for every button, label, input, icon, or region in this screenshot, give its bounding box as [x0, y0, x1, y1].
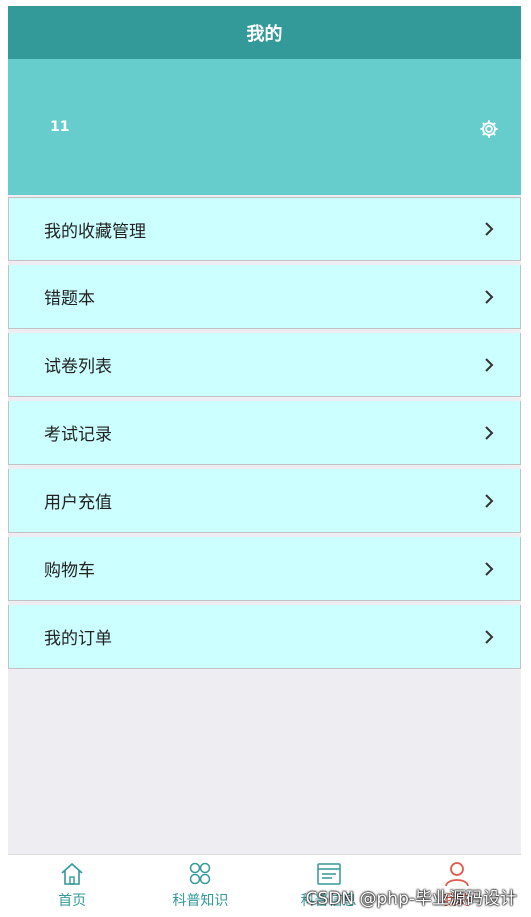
username: 11 — [50, 119, 70, 135]
menu-item-recharge[interactable]: 用户充值 — [8, 469, 521, 533]
menu-item-label: 错题本 — [44, 289, 95, 309]
menu-item-label: 考试记录 — [44, 425, 112, 445]
watermark: CSDN @php-毕业源码设计 — [305, 889, 517, 909]
menu-item-exam-records[interactable]: 考试记录 — [8, 401, 521, 465]
settings-button[interactable] — [477, 117, 501, 141]
menu-list: 我的收藏管理 错题本 试卷列表 考试记录 用户充值 购物车 我的订单 — [8, 197, 521, 669]
chevron-right-icon — [485, 561, 494, 576]
menu-item-wrong-questions[interactable]: 错题本 — [8, 265, 521, 329]
chevron-right-icon — [485, 425, 494, 440]
menu-item-label: 试卷列表 — [44, 357, 112, 377]
menu-item-cart[interactable]: 购物车 — [8, 537, 521, 601]
chevron-right-icon — [485, 222, 494, 236]
grid-icon — [190, 862, 211, 885]
tab-label: 科普知识 — [172, 893, 229, 909]
menu-item-label: 我的收藏管理 — [44, 221, 146, 242]
tab-label: 首页 — [58, 893, 87, 909]
menu-item-label: 购物车 — [44, 561, 95, 581]
tab-home[interactable]: 首页 — [8, 855, 136, 911]
menu-item-favorites[interactable]: 我的收藏管理 — [8, 197, 521, 261]
chevron-right-icon — [485, 493, 494, 508]
profile-header: 11 — [8, 59, 521, 195]
chevron-right-icon — [485, 629, 494, 644]
page-title: 我的 — [246, 23, 283, 45]
app-screen: 我的 11 我的收藏管理 错题本 试卷列表 考试记录 用户充值 购物车 我的订单… — [8, 6, 521, 911]
menu-item-label: 用户充值 — [44, 493, 112, 513]
title-bar: 我的 — [8, 6, 521, 59]
chevron-right-icon — [485, 289, 494, 304]
menu-item-orders[interactable]: 我的订单 — [8, 605, 521, 669]
home-icon — [61, 862, 83, 885]
menu-item-exam-papers[interactable]: 试卷列表 — [8, 333, 521, 397]
tab-science-knowledge[interactable]: 科普知识 — [136, 855, 264, 911]
menu-item-label: 我的订单 — [44, 629, 112, 649]
chevron-right-icon — [485, 357, 494, 372]
gear-icon — [480, 120, 498, 138]
